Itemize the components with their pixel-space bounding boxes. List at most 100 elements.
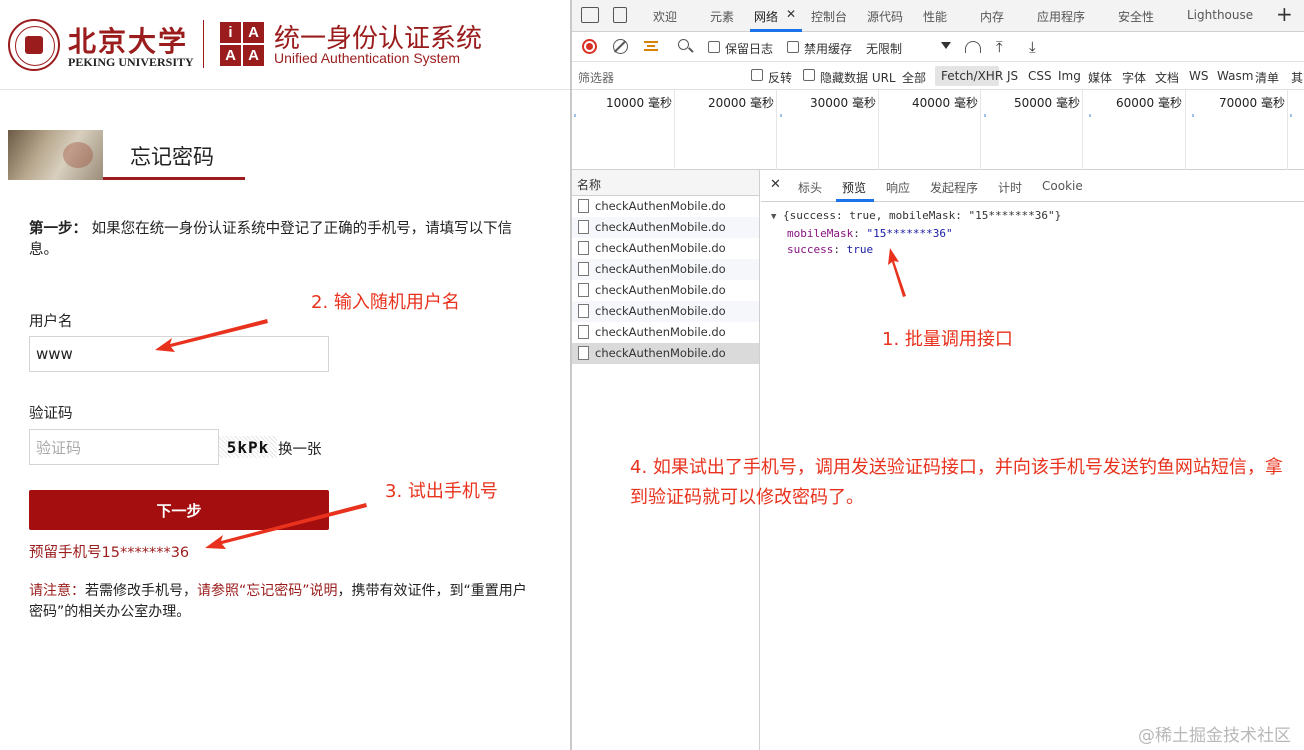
tab-welcome[interactable]: 欢迎 (653, 8, 677, 25)
record-icon[interactable] (582, 39, 597, 54)
json-value: "15*******36" (866, 226, 953, 240)
list-item[interactable]: checkAuthenMobile.do (572, 301, 759, 322)
hide-data-urls-label: 隐藏数据 URL (820, 71, 896, 85)
tab-application[interactable]: 应用程序 (1037, 8, 1085, 25)
tab-security[interactable]: 安全性 (1118, 8, 1154, 25)
captcha-image[interactable]: 5kPk (219, 436, 277, 458)
tab-memory[interactable]: 内存 (980, 8, 1004, 25)
search-icon[interactable] (678, 39, 689, 50)
disable-cache-checkbox[interactable] (787, 41, 799, 53)
tab-cookies[interactable]: Cookie (1042, 179, 1083, 193)
captcha-label: 验证码 (29, 406, 73, 422)
document-icon (578, 283, 589, 297)
json-summary: {success: true, mobileMask: "15*******36… (783, 209, 1062, 222)
filter-js[interactable]: JS (1007, 69, 1018, 83)
tab-preview[interactable]: 预览 (842, 179, 866, 196)
more-tabs-icon[interactable]: + (1276, 2, 1293, 26)
captcha-input[interactable]: 验证码 (29, 429, 219, 465)
step-label: 第一步： (29, 221, 87, 237)
step-instructions: 第一步： 如果您在统一身份认证系统中登记了正确的手机号，请填写以下信息。 (29, 219, 539, 261)
timeline-label: 70000 毫秒 (1219, 96, 1285, 110)
hide-data-urls-checkbox[interactable] (803, 69, 815, 81)
list-item[interactable]: checkAuthenMobile.do (572, 259, 759, 280)
list-item[interactable]: checkAuthenMobile.do (572, 196, 759, 217)
document-icon (578, 304, 589, 318)
name-column-header[interactable]: 名称 (572, 170, 759, 196)
filter-doc[interactable]: 文档 (1155, 69, 1179, 86)
filter-other[interactable]: 其 (1291, 69, 1303, 86)
filter-input[interactable]: 筛选器 (578, 69, 614, 86)
tab-response[interactable]: 响应 (886, 179, 910, 196)
invert-checkbox[interactable] (751, 69, 763, 81)
filter-font[interactable]: 字体 (1122, 69, 1146, 86)
filter-ws[interactable]: WS (1189, 69, 1208, 83)
chevron-down-icon[interactable] (941, 42, 951, 49)
title-underline (103, 177, 245, 180)
university-name-en: PEKING UNIVERSITY (68, 55, 194, 69)
filter-media[interactable]: 媒体 (1088, 69, 1112, 86)
filter-img[interactable]: Img (1058, 69, 1081, 83)
document-icon (578, 346, 589, 360)
filter-css[interactable]: CSS (1028, 69, 1052, 83)
notice-link[interactable]: 请参照“忘记密码”说明 (197, 583, 338, 599)
tab-network[interactable]: 网络 (754, 8, 778, 25)
step-text: 如果您在统一身份认证系统中登记了正确的手机号，请填写以下信息。 (29, 221, 513, 258)
network-conditions-icon[interactable] (965, 41, 981, 53)
annotation-2: 2. 输入随机用户名 (311, 292, 460, 313)
next-step-button[interactable]: 下一步 (29, 490, 329, 530)
tab-lighthouse[interactable]: Lighthouse (1187, 8, 1253, 22)
export-har-icon[interactable]: ⤓ (1029, 38, 1036, 56)
username-input[interactable]: www (29, 336, 329, 372)
annotation-3: 3. 试出手机号 (385, 481, 498, 502)
list-item[interactable]: checkAuthenMobile.do (572, 238, 759, 259)
throttle-select[interactable]: 无限制 (866, 40, 902, 57)
document-icon (578, 220, 589, 234)
university-name-cn: 北京大学 (68, 25, 189, 58)
devtools-tabbar: 欢迎 元素 网络 ✕ 控制台 源代码 性能 内存 应用程序 安全性 Lighth… (572, 0, 1304, 32)
reserved-phone-text: 预留手机号15*******36 (29, 545, 190, 561)
document-icon (578, 241, 589, 255)
expand-triangle-icon[interactable]: ▼ (771, 212, 776, 222)
filter-icon[interactable] (644, 41, 658, 51)
list-item-selected[interactable]: checkAuthenMobile.do (572, 343, 759, 364)
close-detail-icon[interactable]: ✕ (770, 177, 781, 192)
document-icon (578, 199, 589, 213)
invert-label: 反转 (768, 71, 793, 85)
tab-sources[interactable]: 源代码 (867, 8, 903, 25)
tab-initiator[interactable]: 发起程序 (930, 179, 978, 196)
timeline-label: 20000 毫秒 (708, 96, 774, 110)
filter-bar: 筛选器 反转 隐藏数据 URL 全部 Fetch/XHR JS CSS Img … (572, 62, 1304, 90)
document-icon (578, 262, 589, 276)
active-detail-tab-indicator (836, 199, 874, 202)
document-icon (578, 325, 589, 339)
tab-elements[interactable]: 元素 (710, 8, 734, 25)
network-timeline[interactable]: 10000 毫秒 20000 毫秒 30000 毫秒 40000 毫秒 5000… (572, 90, 1304, 170)
timeline-label: 40000 毫秒 (912, 96, 978, 110)
json-key: mobileMask (787, 226, 854, 240)
preserve-log-label: 保留日志 (725, 42, 774, 56)
json-preview: ▼ {success: true, mobileMask: "15*******… (771, 209, 1062, 256)
site-header: 北京大学 PEKING UNIVERSITY iA AA 统一身份认证系统 Un… (0, 0, 570, 90)
disable-cache-label: 禁用缓存 (804, 42, 853, 56)
close-tab-icon[interactable]: ✕ (786, 7, 796, 21)
filter-all[interactable]: 全部 (902, 69, 926, 86)
tab-console[interactable]: 控制台 (811, 8, 847, 25)
captcha-refresh-link[interactable]: 换一张 (278, 438, 322, 459)
page-title: 忘记密码 (130, 145, 214, 169)
filter-wasm[interactable]: Wasm (1217, 69, 1253, 83)
username-label: 用户名 (29, 314, 73, 330)
filter-manifest[interactable]: 清单 (1255, 69, 1279, 86)
list-item[interactable]: checkAuthenMobile.do (572, 280, 759, 301)
filter-fetch-xhr[interactable]: Fetch/XHR (941, 69, 1003, 83)
tab-timing[interactable]: 计时 (998, 179, 1022, 196)
preserve-log-checkbox[interactable] (708, 41, 720, 53)
inspect-element-icon[interactable] (581, 7, 599, 23)
tab-headers[interactable]: 标头 (798, 179, 822, 196)
clear-icon[interactable] (613, 39, 628, 54)
list-item[interactable]: checkAuthenMobile.do (572, 217, 759, 238)
device-toolbar-icon[interactable] (613, 7, 627, 23)
tab-performance[interactable]: 性能 (923, 8, 947, 25)
list-item[interactable]: checkAuthenMobile.do (572, 322, 759, 343)
iaaa-logo: iA AA (220, 22, 264, 66)
import-har-icon[interactable]: ⤒ (996, 38, 1003, 56)
